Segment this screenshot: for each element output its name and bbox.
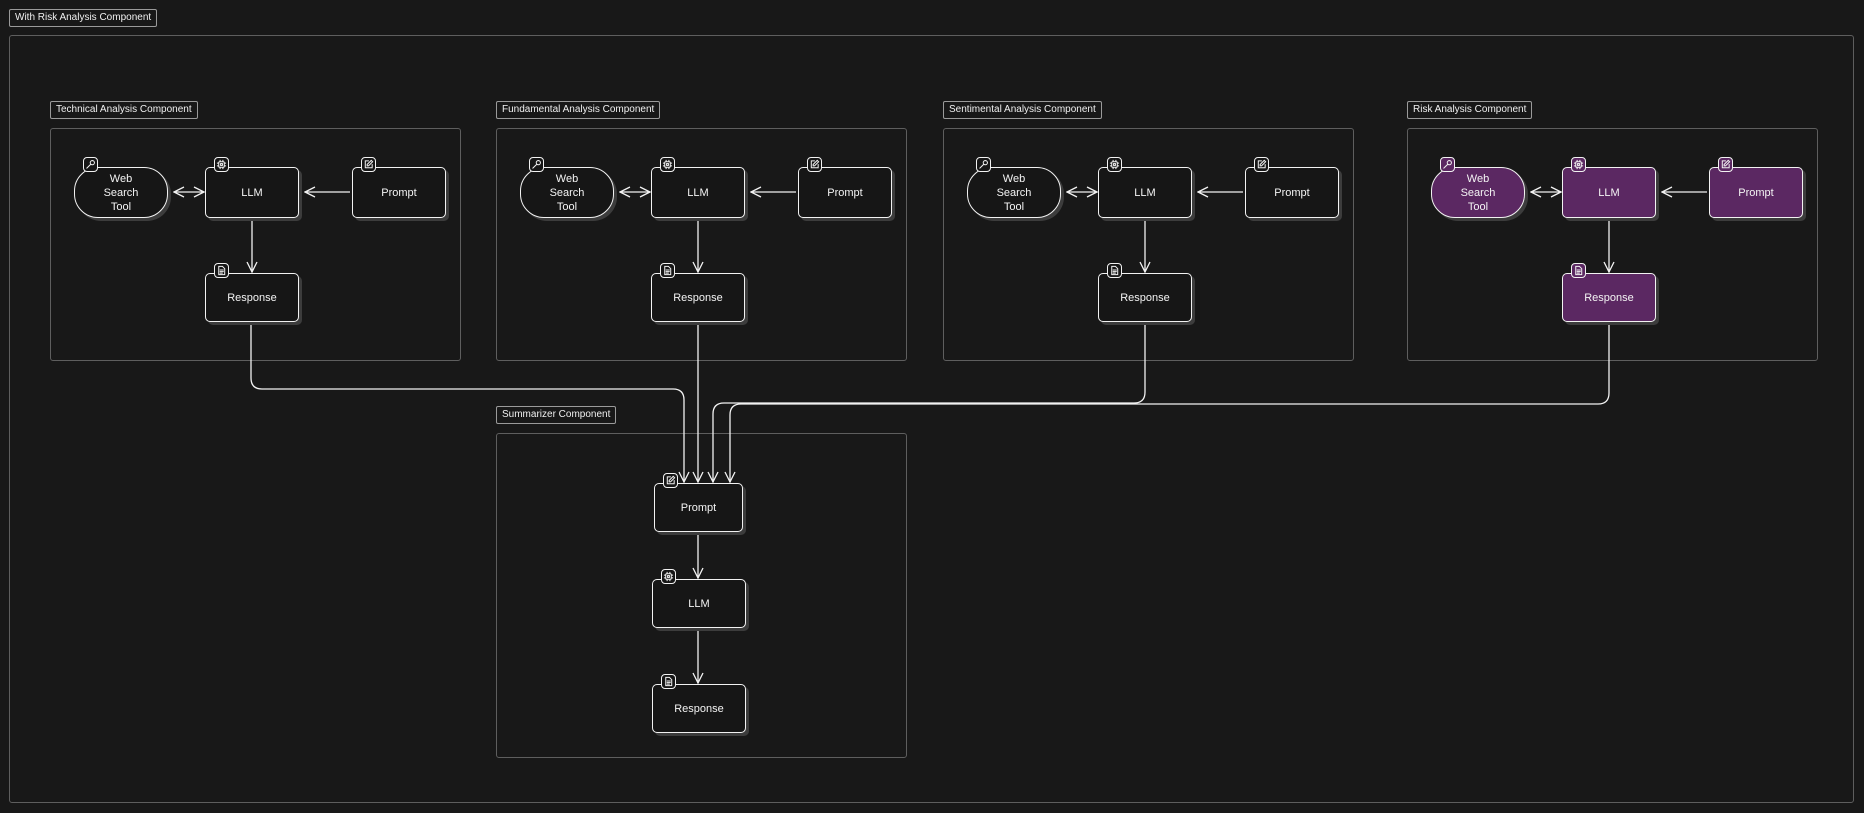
summarizer-prompt-label: Prompt: [680, 501, 717, 514]
fundamental-llm-label: LLM: [687, 186, 709, 199]
summarizer-prompt[interactable]: Prompt: [654, 473, 743, 532]
technical-response-label: Response: [227, 291, 277, 304]
cpu-icon: [214, 157, 229, 172]
cpu-icon: [661, 569, 676, 584]
sentimental-web-search-tool-label: Web Search Tool: [996, 172, 1032, 213]
cpu-icon: [1571, 157, 1586, 172]
document-icon: [1107, 263, 1122, 278]
document-icon: [661, 674, 676, 689]
fundamental-web-search-tool-label: Web Search Tool: [549, 172, 585, 213]
technical-llm-label: LLM: [241, 186, 263, 199]
fundamental-response[interactable]: Response: [651, 263, 745, 322]
connector-layer: [0, 0, 1707, 813]
document-icon: [1571, 263, 1586, 278]
fundamental-prompt-label: Prompt: [827, 186, 863, 199]
wrench-icon: [83, 157, 98, 172]
edit-icon: [807, 157, 822, 172]
technical-prompt-label: Prompt: [381, 186, 417, 199]
edit-icon: [361, 157, 376, 172]
technical-prompt[interactable]: Prompt: [352, 157, 446, 218]
document-icon: [214, 263, 229, 278]
risk-response-label: Response: [1584, 291, 1634, 304]
summarizer-llm-label: LLM: [688, 597, 710, 610]
sentimental-to-summarizer-arrow: [713, 324, 1146, 482]
sentimental-prompt-label: Prompt: [1274, 186, 1310, 199]
risk-llm[interactable]: LLM: [1562, 157, 1656, 218]
edit-icon: [1718, 157, 1733, 172]
risk-web-search-tool[interactable]: Web Search Tool: [1431, 157, 1525, 218]
fundamental-prompt[interactable]: Prompt: [798, 157, 892, 218]
sentimental-response[interactable]: Response: [1098, 263, 1192, 322]
technical-llm[interactable]: LLM: [205, 157, 299, 218]
technical-web-search-tool-label: Web Search Tool: [103, 172, 139, 213]
cpu-icon: [660, 157, 675, 172]
wrench-icon: [976, 157, 991, 172]
sentimental-llm[interactable]: LLM: [1098, 157, 1192, 218]
risk-llm-label: LLM: [1598, 186, 1620, 199]
edit-icon: [663, 473, 678, 488]
summarizer-llm[interactable]: LLM: [652, 569, 746, 628]
cpu-icon: [1107, 157, 1122, 172]
sentimental-response-label: Response: [1120, 291, 1170, 304]
fundamental-response-label: Response: [673, 291, 723, 304]
risk-web-search-tool-label: Web Search Tool: [1460, 172, 1496, 213]
technical-to-summarizer-arrow: [250, 324, 684, 482]
summarizer-response-label: Response: [674, 702, 724, 715]
risk-prompt-label: Prompt: [1738, 186, 1774, 199]
fundamental-llm[interactable]: LLM: [651, 157, 745, 218]
risk-prompt[interactable]: Prompt: [1709, 157, 1803, 218]
edit-icon: [1254, 157, 1269, 172]
sentimental-web-search-tool[interactable]: Web Search Tool: [967, 157, 1061, 218]
fundamental-web-search-tool[interactable]: Web Search Tool: [520, 157, 614, 218]
wrench-icon: [1440, 157, 1455, 172]
sentimental-prompt[interactable]: Prompt: [1245, 157, 1339, 218]
risk-response[interactable]: Response: [1562, 263, 1656, 322]
document-icon: [660, 263, 675, 278]
wrench-icon: [529, 157, 544, 172]
summarizer-response[interactable]: Response: [652, 674, 746, 733]
sentimental-llm-label: LLM: [1134, 186, 1156, 199]
technical-web-search-tool[interactable]: Web Search Tool: [74, 157, 168, 218]
technical-response[interactable]: Response: [205, 263, 299, 322]
